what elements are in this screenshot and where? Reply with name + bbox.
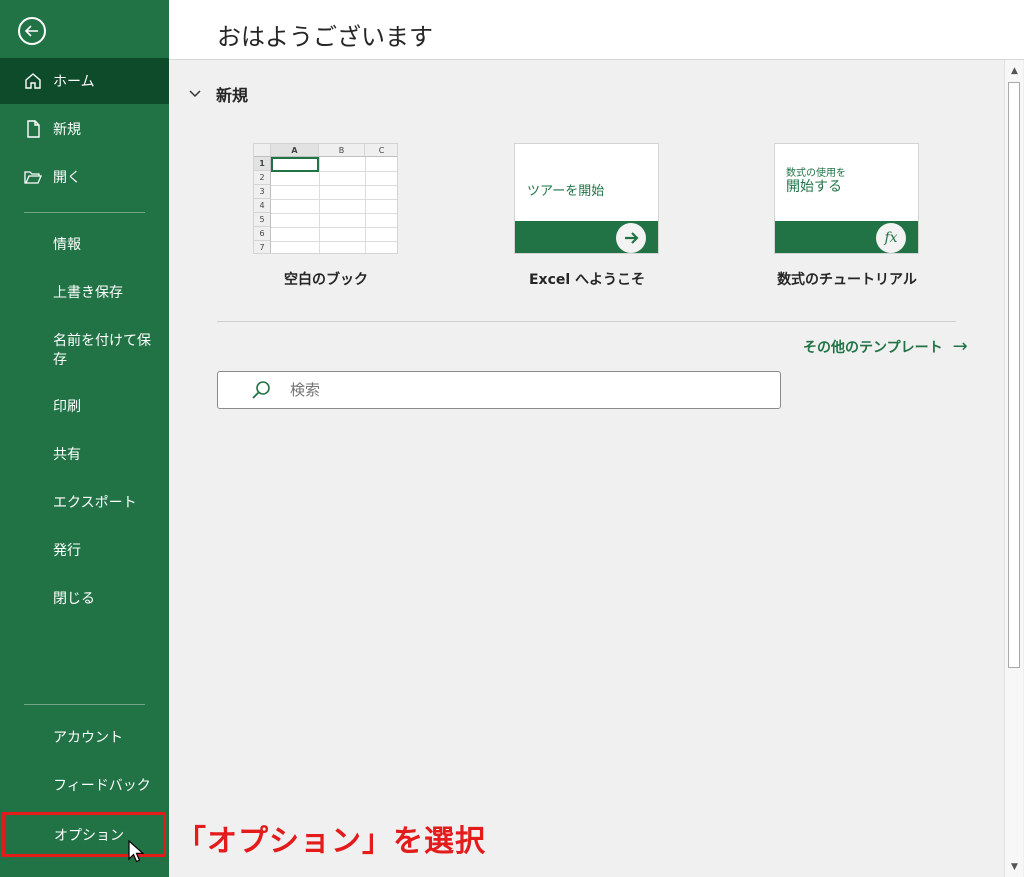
- scroll-down-icon[interactable]: ▼: [1005, 858, 1024, 875]
- back-button[interactable]: [18, 17, 46, 45]
- scrollbar-thumb[interactable]: [1008, 82, 1020, 668]
- column-header: A: [271, 144, 319, 157]
- search-icon: [218, 379, 290, 401]
- column-header: C: [365, 144, 397, 157]
- sidebar-item-open[interactable]: 開く: [0, 154, 169, 200]
- home-icon: [0, 71, 53, 91]
- welcome-excel-thumbnail: ツアーを開始: [514, 143, 659, 254]
- mouse-cursor-icon: [128, 840, 144, 863]
- sidebar-item-new[interactable]: 新規: [0, 106, 169, 152]
- new-document-icon: [0, 119, 53, 139]
- sidebar-item-publish[interactable]: 発行: [53, 542, 163, 561]
- grid-line: [271, 241, 397, 242]
- sidebar-item-feedback[interactable]: フィードバック: [53, 777, 163, 796]
- more-templates-link[interactable]: その他のテンプレート →: [803, 336, 968, 357]
- grid-line: [271, 227, 397, 228]
- sidebar-item-info[interactable]: 情報: [53, 236, 163, 255]
- blank-workbook-card[interactable]: A B C 1 2 3 4 5 6 7 空白のブック: [253, 143, 398, 288]
- new-section-toggle[interactable]: 新規: [188, 82, 248, 106]
- section-title: 新規: [216, 86, 249, 105]
- column-header: B: [319, 144, 365, 157]
- card-label: 空白のブック: [284, 272, 368, 288]
- folder-open-icon: [0, 167, 53, 187]
- sidebar-item-save[interactable]: 上書き保存: [53, 284, 163, 303]
- sidebar-item-label: 開く: [53, 170, 81, 186]
- sidebar-item-close[interactable]: 閉じる: [53, 590, 163, 609]
- card-label: Excel へようこそ: [528, 272, 646, 288]
- formula-tutorial-thumbnail: 数式の使用を 開始する fx: [774, 143, 919, 254]
- arrow-right-icon: →: [952, 336, 968, 357]
- instruction-annotation: 「オプション」を選択: [176, 824, 486, 859]
- formula-tutorial-card[interactable]: 数式の使用を 開始する fx 数式のチュートリアル: [774, 143, 919, 288]
- search-input[interactable]: [290, 381, 750, 399]
- template-search-box[interactable]: [217, 371, 781, 409]
- function-fx-icon: fx: [876, 223, 906, 253]
- more-templates-label: その他のテンプレート: [803, 339, 943, 356]
- row-header: 4: [254, 199, 271, 213]
- sidebar-item-export[interactable]: エクスポート: [53, 494, 163, 513]
- row-header: 3: [254, 185, 271, 199]
- greeting-bar: おはようございます: [169, 0, 1024, 60]
- selected-cell: [271, 157, 319, 172]
- thumbnail-text: ツアーを開始: [527, 184, 605, 199]
- blank-workbook-thumbnail: A B C 1 2 3 4 5 6 7: [253, 143, 398, 254]
- sidebar-item-home[interactable]: ホーム: [0, 58, 169, 104]
- row-header: 2: [254, 171, 271, 185]
- sidebar-item-print[interactable]: 印刷: [53, 398, 163, 417]
- sidebar-item-share[interactable]: 共有: [53, 446, 163, 465]
- sidebar-item-save-as[interactable]: 名前を付けて保存: [53, 332, 163, 370]
- sidebar-item-label: ホーム: [53, 74, 95, 90]
- section-divider: [217, 321, 956, 322]
- corner-cell: [254, 144, 271, 157]
- sidebar-divider: [24, 704, 145, 705]
- arrow-left-icon: [24, 25, 38, 37]
- welcome-excel-card[interactable]: ツアーを開始 Excel へようこそ: [514, 143, 659, 288]
- grid-line: [271, 185, 397, 186]
- row-header: 1: [254, 157, 271, 171]
- sidebar-item-label: 新規: [53, 122, 81, 138]
- row-header: 7: [254, 241, 271, 253]
- row-header: 5: [254, 213, 271, 227]
- spreadsheet-preview: A B C 1 2 3 4 5 6 7: [254, 144, 397, 253]
- sidebar-item-label: オプション: [54, 827, 124, 844]
- row-header: 6: [254, 227, 271, 241]
- chevron-down-icon: [189, 90, 201, 98]
- page-title: おはようございます: [217, 23, 433, 51]
- vertical-scrollbar[interactable]: ▲ ▼: [1004, 60, 1023, 877]
- backstage-sidebar: ホーム 新規 開く 情報 上書き保存 名前を付けて保存 印刷 共有 エクスポート…: [0, 0, 169, 877]
- sidebar-item-account[interactable]: アカウント: [53, 729, 163, 748]
- grid-line: [271, 199, 397, 200]
- grid-line: [271, 213, 397, 214]
- arrow-right-icon: [616, 223, 646, 253]
- card-label: 数式のチュートリアル: [777, 272, 917, 288]
- sidebar-divider: [24, 212, 145, 213]
- thumbnail-text-large: 開始する: [786, 179, 842, 195]
- scroll-up-icon[interactable]: ▲: [1005, 62, 1024, 79]
